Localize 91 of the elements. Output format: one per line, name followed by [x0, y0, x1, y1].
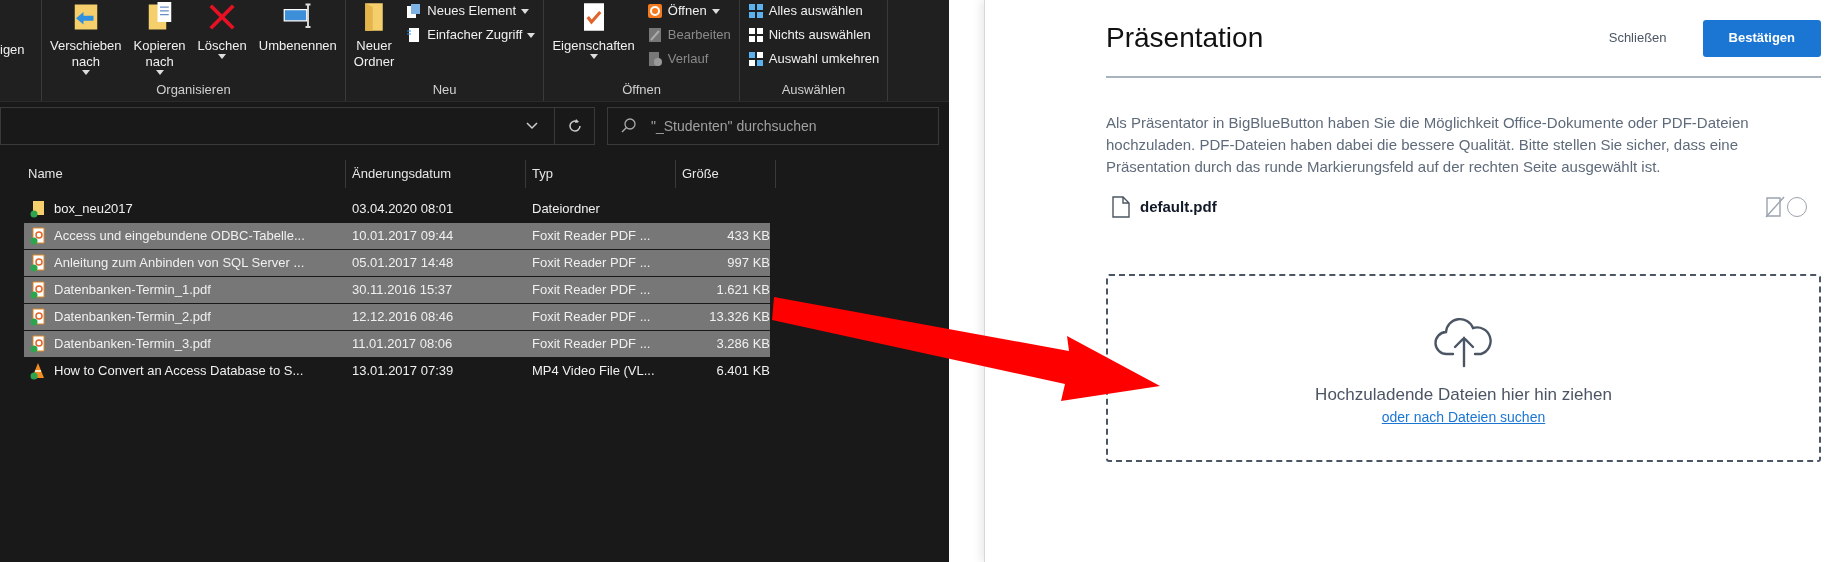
pdf-file-icon [30, 254, 46, 272]
file-name: Datenbanken-Termin_2.pdf [54, 308, 211, 327]
pdf-file-icon [30, 335, 46, 353]
file-type: Foxit Reader PDF ... [531, 335, 652, 354]
ribbon-button[interactable]: Verschieben nach [46, 2, 126, 75]
caret-icon [711, 8, 720, 14]
group-label: Neu [431, 82, 458, 98]
file-type: Foxit Reader PDF ... [531, 308, 652, 327]
file-date: 13.01.2017 07:39 [351, 362, 455, 381]
description-text: Als Präsentator in BigBlueButton haben Sie die Möglichkeit Office-Dokumente oder PDF-Dateien hochzuladen. PDF-Dateien haben dabei die bessere Qualität. Bitte stellen Sie sicher, dass eine Präsentation durch das runde Markierungsfeld auf der rechten Seite ausgewählt ist. [1106, 113, 1750, 177]
file-size: 433 KB [727, 228, 770, 244]
chevron-down-icon [526, 122, 538, 130]
file-date: 12.12.2016 08:46 [351, 308, 455, 327]
dropzone-text: Hochzuladende Dateien hier hin ziehen [1315, 383, 1612, 406]
file-size: 1.621 KB [716, 282, 770, 298]
ribbon-label: igen [0, 41, 25, 59]
pdf-file-icon [30, 308, 46, 326]
file-name: Datenbanken-Termin_3.pdf [54, 335, 211, 354]
file-date: 03.04.2020 08:01 [351, 200, 455, 219]
confirm-button[interactable]: Bestätigen [1702, 19, 1821, 57]
cloud-upload-icon [1432, 315, 1495, 368]
ribbon-button[interactable]: Löschen [193, 2, 251, 59]
close-button[interactable]: Schließen [1608, 28, 1667, 48]
document-icon [1112, 196, 1130, 219]
ribbon-button[interactable]: Alles auswählen [747, 2, 880, 20]
file-type: Foxit Reader PDF ... [531, 254, 652, 273]
grid-icon [747, 3, 764, 19]
address-field[interactable] [0, 107, 595, 145]
open-icon [646, 3, 663, 19]
file-name: default.pdf [1140, 197, 1217, 217]
ribbon-button[interactable]: Neues Element [406, 2, 536, 20]
history-icon [646, 51, 663, 67]
ribbon-button[interactable]: Öffnen [646, 2, 731, 20]
folder-icon [30, 200, 46, 218]
pdf-file-icon [30, 227, 46, 245]
column-header[interactable]: Name [28, 164, 63, 184]
column-header[interactable]: Änderungsdatum [352, 164, 451, 184]
ribbon-button[interactable]: Eigenschaften [548, 2, 639, 59]
ribbon-button[interactable]: Nichts auswählen [747, 26, 880, 44]
caret-icon [218, 54, 227, 59]
file-row[interactable]: Access und eingebundene ODBC-Tabelle... 10.01.2017 09:44 Foxit Reader PDF ... 433 KB [24, 223, 770, 249]
group-label: Öffnen [621, 82, 662, 98]
file-date: 10.01.2017 09:44 [351, 227, 455, 246]
file-row[interactable]: How to Convert an Access Database to S... 13.01.2017 07:39 MP4 Video File (VL... 6.401 KB [24, 358, 770, 384]
caret-icon [589, 54, 598, 59]
file-name: Anleitung zum Anbinden von SQL Server ... [54, 254, 305, 273]
grid-icon [747, 51, 764, 67]
file-date: 11.01.2017 08:06 [351, 335, 454, 354]
file-name: Access und eingebundene ODBC-Tabelle... [54, 227, 305, 246]
ribbon-button[interactable]: Neuer Ordner [349, 2, 399, 70]
dialog-title: Präsentation [1106, 21, 1264, 55]
edit-icon [646, 27, 663, 43]
file-size: 997 KB [727, 255, 770, 271]
file-name: box_neu2017 [54, 200, 133, 219]
file-date: 30.11.2016 15:37 [351, 281, 454, 300]
file-type: Foxit Reader PDF ... [531, 227, 652, 246]
browse-link[interactable]: oder nach Dateien suchen [1381, 407, 1546, 428]
caret-icon [527, 32, 536, 38]
search-icon [621, 118, 636, 133]
file-name: How to Convert an Access Database to S... [54, 362, 304, 381]
file-name: Datenbanken-Termin_1.pdf [54, 281, 211, 300]
caret-icon [81, 70, 90, 75]
file-date: 05.01.2017 14:48 [351, 254, 455, 273]
ribbon-button[interactable]: Kopieren nach [129, 2, 190, 75]
caret-icon [521, 8, 530, 14]
group-label: Auswählen [780, 82, 847, 98]
group-label: Organisieren [155, 82, 232, 98]
file-row[interactable]: Datenbanken-Termin_1.pdf 30.11.2016 15:37 Foxit Reader PDF ... 1.621 KB [24, 277, 770, 303]
file-type: Dateiordner [531, 200, 601, 219]
file-size: 3.286 KB [716, 336, 770, 352]
file-size: 13.326 KB [709, 309, 770, 325]
file-type: Foxit Reader PDF ... [531, 281, 652, 300]
file-row[interactable]: Datenbanken-Termin_2.pdf 12.12.2016 08:46 Foxit Reader PDF ... 13.326 KB [24, 304, 770, 330]
ribbon-button[interactable]: Einfacher Zugriff [406, 26, 536, 44]
refresh-icon [566, 118, 583, 134]
ribbon-button[interactable]: Umbenennen [254, 2, 341, 54]
caret-icon [155, 70, 164, 75]
file-size: 6.401 KB [716, 363, 770, 379]
grid-icon [747, 27, 764, 43]
new-item-icon [406, 3, 423, 19]
file-row[interactable]: Anleitung zum Anbinden von SQL Server ... 05.01.2017 14:48 Foxit Reader PDF ... 997 KB [24, 250, 770, 276]
pdf-file-icon [30, 281, 46, 299]
column-header[interactable]: Typ [532, 164, 553, 184]
file-row[interactable]: Datenbanken-Termin_3.pdf 11.01.2017 08:06 Foxit Reader PDF ... 3.286 KB [24, 331, 770, 357]
file-type: MP4 Video File (VL... [531, 362, 656, 381]
document-crossed-icon [1765, 196, 1785, 219]
file-row[interactable]: box_neu2017 03.04.2020 08:01 Dateiordner [24, 196, 770, 222]
search-field[interactable]: "_Studenten" durchsuchen [607, 107, 939, 145]
traffic-cone-icon [30, 362, 46, 380]
ribbon-button[interactable]: Auswahl umkehren [747, 50, 880, 68]
column-header[interactable]: Größe [682, 164, 719, 184]
